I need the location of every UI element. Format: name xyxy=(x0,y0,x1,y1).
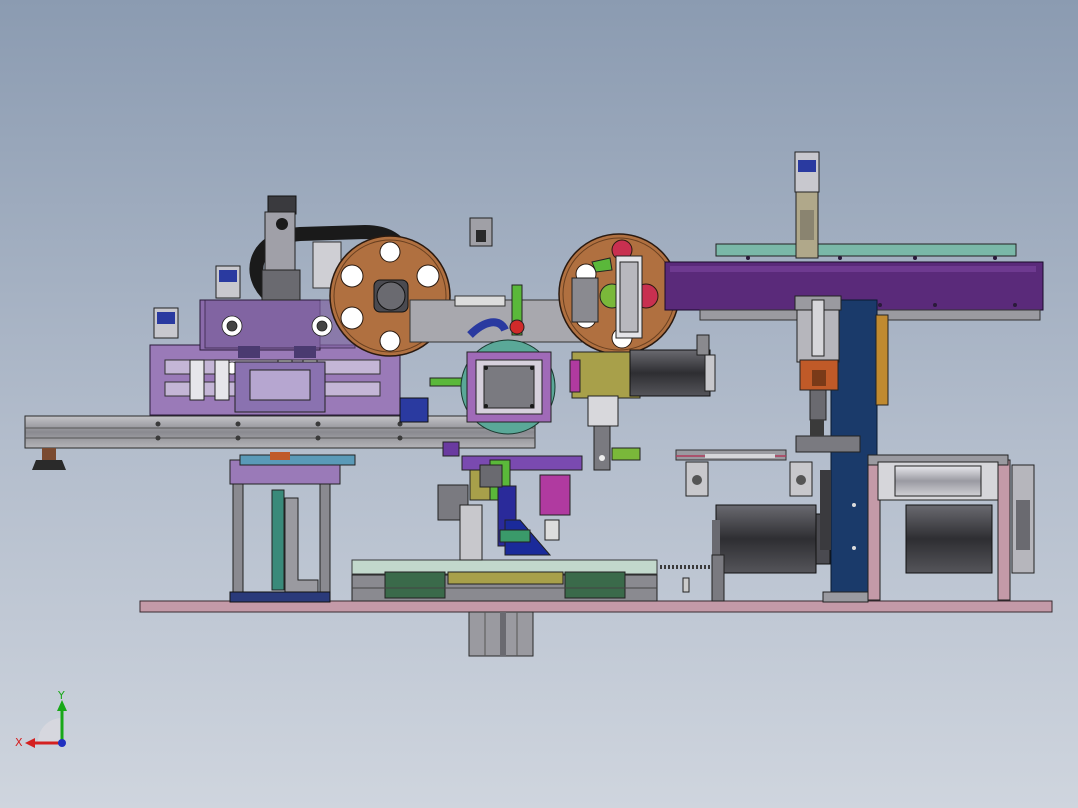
cutter-rail xyxy=(675,449,813,497)
cad-viewport[interactable]: Y X xyxy=(0,0,1078,808)
sensor-column-top xyxy=(794,151,820,259)
tape-reel-right xyxy=(558,233,680,355)
y-axis-label: Y xyxy=(57,689,65,702)
right-frame-assembly xyxy=(867,454,1035,601)
center-lower-mechanism xyxy=(437,441,583,561)
rotary-plate-center xyxy=(460,339,556,435)
stepper-motor-right-1 xyxy=(712,470,831,574)
lower-left-stand xyxy=(229,452,356,603)
pressure-gauge-left-lower xyxy=(153,307,179,339)
base-plate xyxy=(139,600,1053,657)
linear-rail-bottom xyxy=(351,554,725,602)
coordinate-triad: Y X xyxy=(15,689,67,749)
pressure-gauge-left xyxy=(215,265,241,299)
z-axis-dot xyxy=(58,739,66,747)
machine-assembly-drawing: Y X xyxy=(15,151,1053,749)
x-axis-label: X xyxy=(15,736,23,749)
